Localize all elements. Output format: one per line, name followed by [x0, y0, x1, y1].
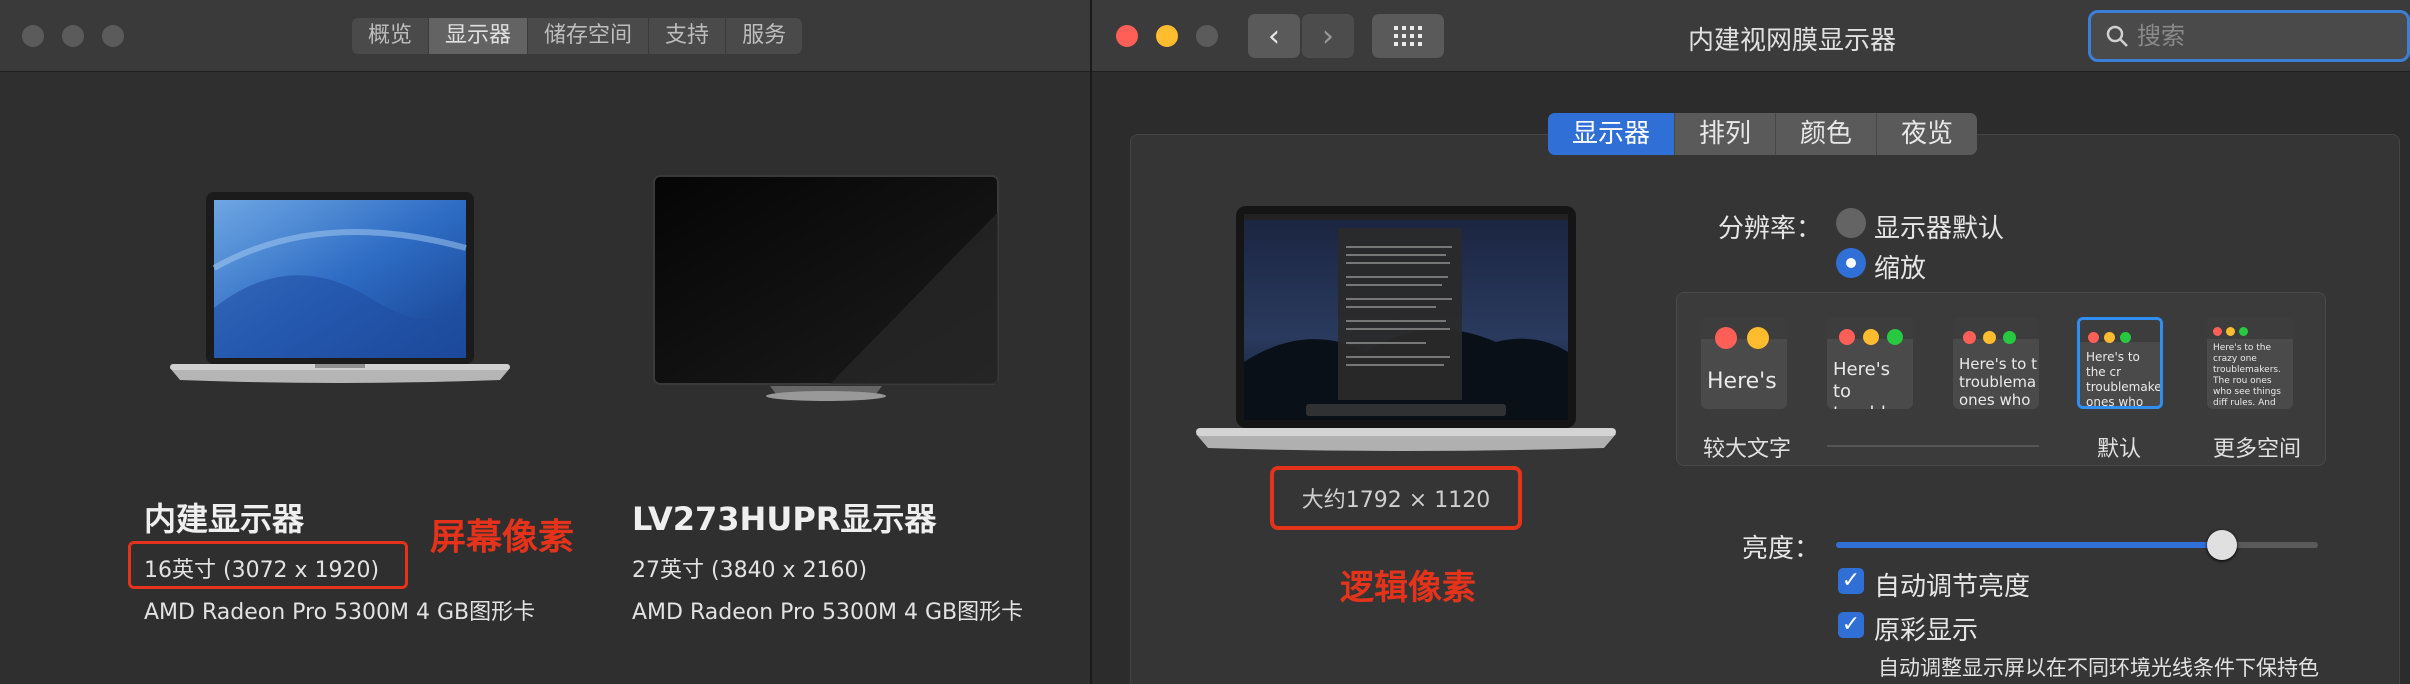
external-display-name: LV273HUPR显示器 [632, 500, 937, 538]
resolution-label: 分辨率： [1718, 214, 1823, 244]
chevron-right-icon: › [1322, 18, 1334, 54]
auto-brightness-label: 自动调节亮度 [1874, 572, 2031, 602]
minimize-button[interactable] [1156, 25, 1178, 47]
builtin-display-name: 内建显示器 [144, 500, 305, 538]
tab-service[interactable]: 服务 [726, 18, 802, 54]
tab-arrangement[interactable]: 排列 [1675, 113, 1777, 155]
tab-color[interactable]: 颜色 [1776, 113, 1878, 155]
true-tone-label: 原彩显示 [1874, 616, 1979, 646]
scale-caption-default: 默认 [2097, 437, 2142, 462]
scale-options: Here's Here's to troublem Here's to t tr… [1676, 292, 2326, 466]
zoom-button[interactable] [1196, 25, 1218, 47]
scale-caption-more-space: 更多空间 [2213, 437, 2302, 462]
close-button[interactable] [1116, 25, 1138, 47]
scale-divider [1827, 445, 2039, 447]
brightness-label: 亮度： [1742, 534, 1821, 564]
about-this-mac-window: 概览 显示器 储存空间 支持 服务 内建显示器 16英寸 (3072 x 192… [0, 0, 1090, 684]
radio-scaled[interactable] [1836, 248, 1866, 278]
scale-option-default[interactable]: Here's to the cr troublemakers. ones who… [2077, 317, 2163, 409]
tab-night-shift[interactable]: 夜览 [1877, 113, 1977, 155]
external-monitor-image [653, 175, 999, 401]
forward-button[interactable]: › [1302, 14, 1354, 58]
grid-icon [1394, 26, 1422, 46]
screen: 概览 显示器 储存空间 支持 服务 内建显示器 16英寸 (3072 x 192… [0, 0, 2410, 684]
search-field[interactable] [2088, 10, 2410, 62]
left-titlebar: 概览 显示器 储存空间 支持 服务 [0, 0, 1090, 72]
external-display-gpu: AMD Radeon Pro 5300M 4 GB图形卡 [632, 600, 1024, 625]
close-button[interactable] [22, 25, 44, 47]
tab-support[interactable]: 支持 [649, 18, 727, 54]
auto-brightness-checkbox[interactable]: ✓ [1838, 568, 1864, 594]
chevron-left-icon: ‹ [1268, 18, 1280, 54]
macbook-pro-image [170, 192, 510, 383]
true-tone-description: 自动调整显示屏以在不同环境光线条件下保持色 [1878, 656, 2319, 680]
scale-option-3[interactable]: Here's to t troublema ones who [1953, 317, 2039, 409]
displays-preferences-window: ‹ › 内建视网膜显示器 搜索 显示器 排列 颜色 夜览 大约1792 × 11… [1092, 0, 2410, 684]
brightness-slider-knob[interactable] [2206, 530, 2237, 560]
tab-displays[interactable]: 显示器 [429, 18, 529, 54]
display-tabs: 显示器 排列 颜色 夜览 [1548, 113, 1978, 155]
true-tone-checkbox[interactable]: ✓ [1838, 612, 1864, 638]
radio-display-default[interactable] [1836, 208, 1866, 238]
tab-overview[interactable]: 概览 [352, 18, 430, 54]
scale-option-2[interactable]: Here's to troublem [1827, 317, 1913, 409]
brightness-slider[interactable] [1836, 530, 2318, 560]
search-input[interactable] [2137, 22, 2397, 50]
brightness-slider-fill [1836, 542, 2222, 548]
logical-pixels-annotation: 逻辑像素 [1340, 568, 1476, 608]
scale-caption-larger-text: 较大文字 [1703, 437, 1792, 462]
search-icon [2106, 25, 2128, 47]
radio-display-default-label: 显示器默认 [1874, 214, 2005, 244]
scale-option-larger-text[interactable]: Here's [1701, 317, 1787, 409]
builtin-display-size: 16英寸 (3072 x 1920) [144, 558, 380, 583]
window-title: 内建视网膜显示器 [1687, 26, 1896, 56]
about-tabs: 概览 显示器 储存空间 支持 服务 [352, 18, 803, 54]
screen-pixels-annotation: 屏幕像素 [430, 517, 575, 558]
logical-resolution-text: 大约1792 × 1120 [1301, 488, 1491, 513]
external-display-size: 27英寸 (3840 x 2160) [632, 558, 868, 583]
scale-option-more-space[interactable]: Here's to the crazy one troublemakers. T… [2207, 317, 2293, 409]
right-titlebar: ‹ › 内建视网膜显示器 [1092, 0, 2410, 72]
zoom-button[interactable] [102, 25, 124, 47]
minimize-button[interactable] [62, 25, 84, 47]
show-all-button[interactable] [1372, 14, 1444, 58]
tab-display[interactable]: 显示器 [1548, 113, 1676, 155]
logical-resolution-highlight: 大约1792 × 1120 [1270, 466, 1522, 530]
builtin-display-gpu: AMD Radeon Pro 5300M 4 GB图形卡 [144, 600, 536, 625]
tab-storage[interactable]: 储存空间 [528, 18, 650, 54]
radio-scaled-label: 缩放 [1874, 254, 1927, 284]
display-preview-image [1196, 206, 1616, 451]
back-button[interactable]: ‹ [1248, 14, 1300, 58]
